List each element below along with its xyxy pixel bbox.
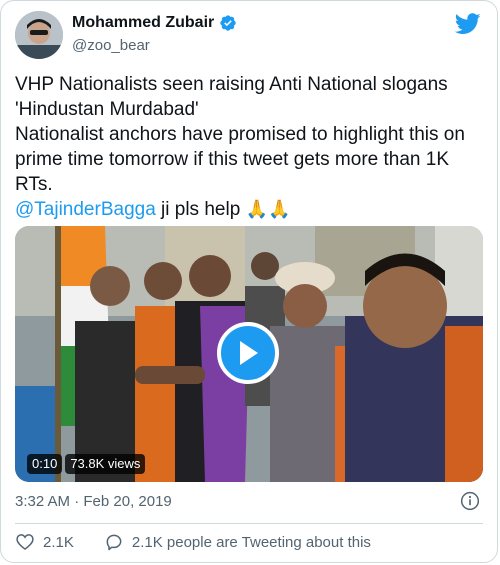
tweet-text-line: Nationalist anchors have promised to hig… bbox=[15, 124, 465, 145]
author-name-row[interactable]: Mohammed Zubair bbox=[72, 14, 237, 32]
play-button[interactable] bbox=[217, 322, 279, 384]
tweet-text-line: RTs. bbox=[15, 174, 53, 195]
video-stats-badge: 0:10 73.8K views bbox=[27, 454, 146, 474]
tweet-text-line: prime time tomorrow if this tweet gets m… bbox=[15, 149, 449, 170]
folded-hands-emoji: 🙏🙏 bbox=[245, 199, 291, 220]
tweet-actions: 2.1K 2.1K people are Tweeting about this bbox=[15, 532, 371, 552]
twitter-bird-icon[interactable] bbox=[455, 13, 481, 35]
play-icon bbox=[240, 341, 258, 365]
mention-link[interactable]: @TajinderBagga bbox=[15, 199, 156, 220]
info-icon[interactable] bbox=[460, 491, 480, 511]
tweet-text-line: VHP Nationalists seen raising Anti Natio… bbox=[15, 74, 448, 95]
video-views: 73.8K views bbox=[65, 454, 146, 474]
mention-suffix: ji pls help bbox=[155, 199, 246, 220]
tweet-text: VHP Nationalists seen raising Anti Natio… bbox=[15, 72, 485, 222]
verified-badge-icon bbox=[220, 15, 236, 31]
author-display-name[interactable]: Mohammed Zubair bbox=[72, 14, 214, 32]
author-handle[interactable]: @zoo_bear bbox=[72, 37, 150, 54]
like-count: 2.1K bbox=[43, 533, 74, 551]
heart-icon bbox=[16, 534, 34, 551]
speech-bubble-icon bbox=[106, 534, 122, 551]
like-button[interactable]: 2.1K bbox=[15, 532, 74, 552]
tweet-card: Mohammed Zubair @zoo_bear VHP Nationalis… bbox=[0, 0, 498, 563]
mention-line: @TajinderBagga ji pls help 🙏🙏 bbox=[15, 197, 485, 222]
tweeting-count-label: 2.1K people are Tweeting about this bbox=[131, 533, 371, 551]
tweeting-link[interactable]: 2.1K people are Tweeting about this bbox=[104, 532, 371, 552]
avatar[interactable] bbox=[15, 11, 63, 59]
video-player[interactable]: 0:10 73.8K views bbox=[15, 226, 483, 482]
tweet-timestamp[interactable]: 3:32 AM · Feb 20, 2019 bbox=[15, 493, 172, 510]
tweet-text-line: 'Hindustan Murdabad' bbox=[15, 99, 199, 120]
divider bbox=[15, 523, 483, 524]
video-duration: 0:10 bbox=[27, 454, 63, 474]
